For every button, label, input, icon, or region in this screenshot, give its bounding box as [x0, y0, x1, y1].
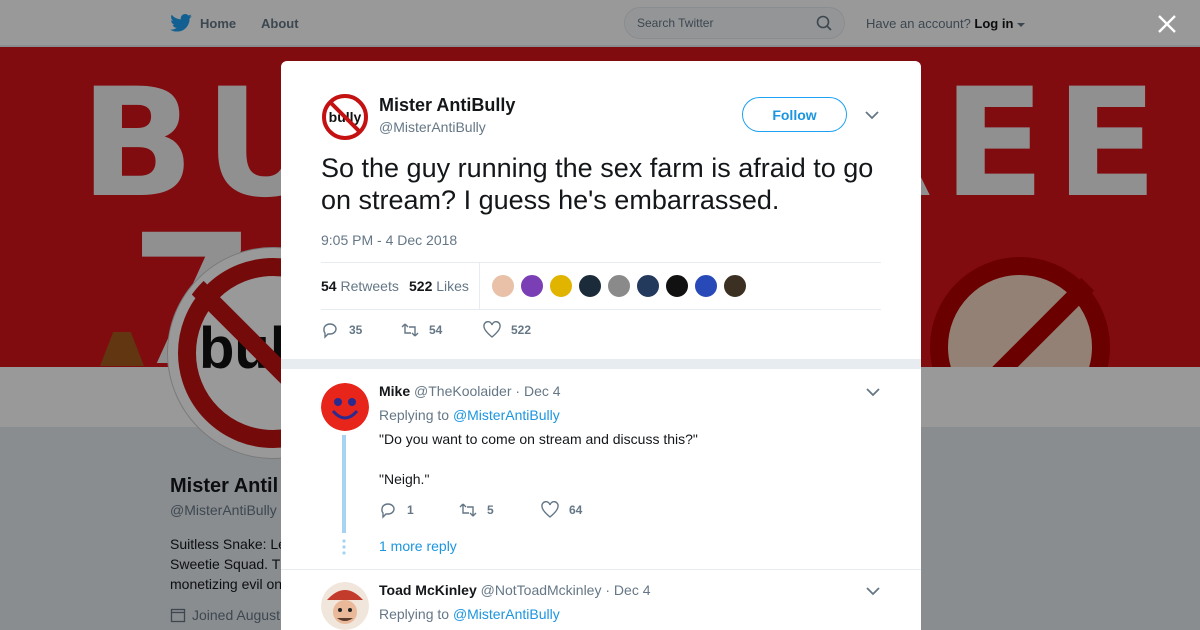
- retweets-label: Retweets: [340, 278, 399, 294]
- replying-to: Replying to @MisterAntiBully: [379, 407, 560, 423]
- replying-to: Replying to @MisterAntiBully: [379, 606, 560, 622]
- reply-text-line: "Do you want to come on stream and discu…: [379, 431, 698, 447]
- reply-text-line: "Neigh.": [379, 471, 430, 487]
- like-action[interactable]: 64: [541, 501, 582, 519]
- reply-icon: [323, 323, 337, 339]
- liker-avatar[interactable]: [520, 274, 544, 298]
- liker-avatar[interactable]: [636, 274, 660, 298]
- liker-avatar[interactable]: [665, 274, 689, 298]
- retweets-count: 54: [321, 278, 337, 294]
- thread-line: [342, 435, 346, 533]
- close-icon[interactable]: [1155, 12, 1179, 36]
- retweet-action[interactable]: 5: [459, 501, 494, 519]
- replying-to-label: Replying to: [379, 407, 450, 423]
- more-replies-link[interactable]: 1 more reply: [379, 538, 457, 554]
- reply-author-handle[interactable]: @NotToadMckinley: [481, 582, 602, 598]
- likes-label: Likes: [436, 278, 469, 294]
- chevron-down-icon[interactable]: [866, 385, 880, 399]
- liker-avatar[interactable]: [549, 274, 573, 298]
- reply-avatar[interactable]: [321, 582, 369, 630]
- reply-header: Toad McKinley @NotToadMckinley · Dec 4: [379, 582, 651, 598]
- reply-header: Mike @TheKoolaider · Dec 4: [379, 383, 561, 399]
- reply-action[interactable]: 35: [321, 321, 362, 339]
- liker-avatar[interactable]: [578, 274, 602, 298]
- reply-author-handle[interactable]: @TheKoolaider: [414, 383, 512, 399]
- retweet-icon: [459, 503, 477, 517]
- liker-avatar[interactable]: [607, 274, 631, 298]
- liker-avatar[interactable]: [723, 274, 747, 298]
- thread-dots: [342, 539, 346, 555]
- reply-avatar[interactable]: [321, 383, 369, 431]
- likes-stat[interactable]: 522 Likes: [409, 278, 469, 294]
- retweets-stat[interactable]: 54 Retweets: [321, 278, 399, 294]
- replying-to-link[interactable]: @MisterAntiBully: [453, 407, 560, 423]
- retweet-count: 54: [429, 323, 443, 337]
- reply-icon: [381, 503, 395, 519]
- heart-icon: [483, 321, 501, 338]
- tweet-text: So the guy running the sex farm is afrai…: [321, 153, 874, 215]
- replying-to-label: Replying to: [379, 606, 450, 622]
- liker-avatar[interactable]: [491, 274, 515, 298]
- tweet-stats: 54 Retweets 522 Likes: [321, 262, 881, 310]
- liker-avatars: [491, 274, 747, 298]
- replies-divider: [281, 359, 921, 369]
- reply-author-name[interactable]: Toad McKinley: [379, 582, 477, 598]
- chevron-down-icon[interactable]: [866, 584, 880, 598]
- stats-divider: [479, 263, 480, 309]
- reply-item[interactable]: Toad McKinley @NotToadMckinley · Dec 4 R…: [281, 570, 921, 630]
- reply-item[interactable]: Mike @TheKoolaider · Dec 4 Replying to @…: [281, 369, 921, 569]
- retweet-action[interactable]: 54: [401, 321, 442, 339]
- tweet-author-avatar[interactable]: bully: [321, 93, 369, 141]
- reply-count: 35: [349, 323, 363, 337]
- chevron-down-icon[interactable]: [865, 108, 879, 122]
- reply-date[interactable]: Dec 4: [614, 582, 651, 598]
- retweet-count: 5: [487, 503, 494, 517]
- heart-icon: [541, 501, 559, 518]
- reply-author-name[interactable]: Mike: [379, 383, 410, 399]
- reply-action[interactable]: 1: [379, 501, 414, 519]
- like-count: 64: [569, 503, 583, 517]
- like-action[interactable]: 522: [483, 321, 531, 339]
- liker-avatar[interactable]: [694, 274, 718, 298]
- follow-button[interactable]: Follow: [742, 97, 847, 132]
- tweet-modal: bully Mister AntiBully @MisterAntiBully …: [281, 61, 921, 630]
- likes-count: 522: [409, 278, 433, 294]
- reply-avatar-bg: [321, 383, 369, 431]
- tweet-author-handle[interactable]: @MisterAntiBully: [379, 119, 486, 135]
- replying-to-link[interactable]: @MisterAntiBully: [453, 606, 560, 622]
- like-count: 522: [511, 323, 532, 337]
- retweet-icon: [401, 323, 419, 337]
- reply-count: 1: [407, 503, 414, 517]
- reply-date[interactable]: Dec 4: [524, 383, 561, 399]
- tweet-timestamp[interactable]: 9:05 PM - 4 Dec 2018: [321, 232, 457, 248]
- tweet-author-name[interactable]: Mister AntiBully: [379, 95, 515, 116]
